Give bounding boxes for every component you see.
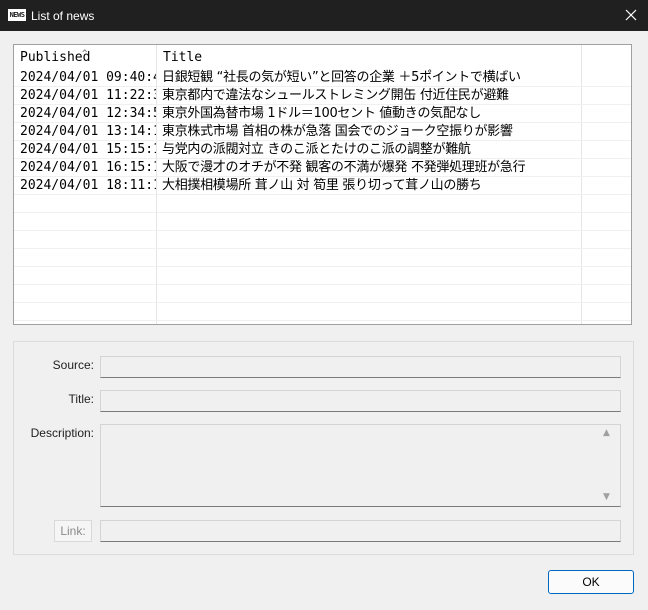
published-cell: 2024/04/01 15:15:15 [20,142,156,157]
published-cell: 2024/04/01 13:14:15 [20,124,156,139]
empty-row [14,285,631,303]
empty-row [14,213,631,231]
close-button[interactable] [615,0,648,31]
scroll-down-icon[interactable]: ▼ [603,492,610,502]
link-field[interactable] [100,520,621,542]
table-row[interactable]: 2024/04/01 13:14:15 東京株式市場 首相の株が急落 国会でのジ… [14,123,631,141]
empty-row [14,303,631,321]
published-cell: 2024/04/01 12:34:56 [20,106,156,121]
window-title: List of news [31,9,95,23]
title-cell: 日銀短観 “社長の気が短い”と回答の企業 ＋5ポイントで横ばい [162,70,521,85]
source-label: Source: [52,358,94,372]
sort-ascending-icon: ^ [82,49,88,59]
description-label: Description: [30,426,94,440]
column-header-empty [582,45,631,69]
column-header-published-label: Published [20,50,91,65]
link-button[interactable]: Link: [54,520,92,542]
news-app-icon: NEWS [8,9,26,21]
empty-row [14,267,631,285]
title-label: Title: [68,392,94,406]
list-header: Published ^ Title [14,45,631,69]
description-field[interactable] [100,424,621,507]
empty-row [14,249,631,267]
title-cell: 東京都内で違法なシュールストレミング開缶 付近住民が避難 [162,88,509,103]
title-bar: NEWS List of news [0,0,648,31]
title-cell: 大阪で漫才のオチが不発 観客の不満が爆発 不発弾処理班が急行 [162,160,526,175]
title-field[interactable] [100,390,621,412]
published-cell: 2024/04/01 11:22:33 [20,88,156,103]
table-row[interactable]: 2024/04/01 09:40:40 日銀短観 “社長の気が短い”と回答の企業… [14,69,631,87]
source-field[interactable] [100,356,621,378]
column-header-title[interactable]: Title [157,45,582,69]
published-cell: 2024/04/01 18:11:12 [20,178,156,193]
title-cell: 大相撲相模場所 茸ノ山 対 筍里 張り切って茸ノ山の勝ち [162,178,482,193]
empty-row [14,231,631,249]
table-row[interactable]: 2024/04/01 11:22:33 東京都内で違法なシュールストレミング開缶… [14,87,631,105]
title-cell: 東京外国為替市場 1ドル＝100セント 値動きの気配なし [162,106,481,121]
news-list[interactable]: Published ^ Title 2024/04/01 09:40:40 日銀… [13,44,632,325]
title-cell: 与党内の派閥対立 きのこ派とたけのこ派の調整が難航 [162,142,471,157]
title-cell: 東京株式市場 首相の株が急落 国会でのジョーク空振りが影響 [162,124,513,139]
table-row[interactable]: 2024/04/01 15:15:15 与党内の派閥対立 きのこ派とたけのこ派の… [14,141,631,159]
table-row[interactable]: 2024/04/01 16:15:14 大阪で漫才のオチが不発 観客の不満が爆発… [14,159,631,177]
published-cell: 2024/04/01 16:15:14 [20,160,156,175]
column-header-published[interactable]: Published ^ [14,45,157,69]
table-row[interactable]: 2024/04/01 18:11:12 大相撲相模場所 茸ノ山 対 筍里 張り切… [14,177,631,195]
empty-row [14,195,631,213]
ok-button[interactable]: OK [548,570,634,594]
published-cell: 2024/04/01 09:40:40 [20,70,156,85]
close-icon [625,9,637,21]
scroll-up-icon[interactable]: ▲ [603,428,610,438]
table-row[interactable]: 2024/04/01 12:34:56 東京外国為替市場 1ドル＝100セント … [14,105,631,123]
